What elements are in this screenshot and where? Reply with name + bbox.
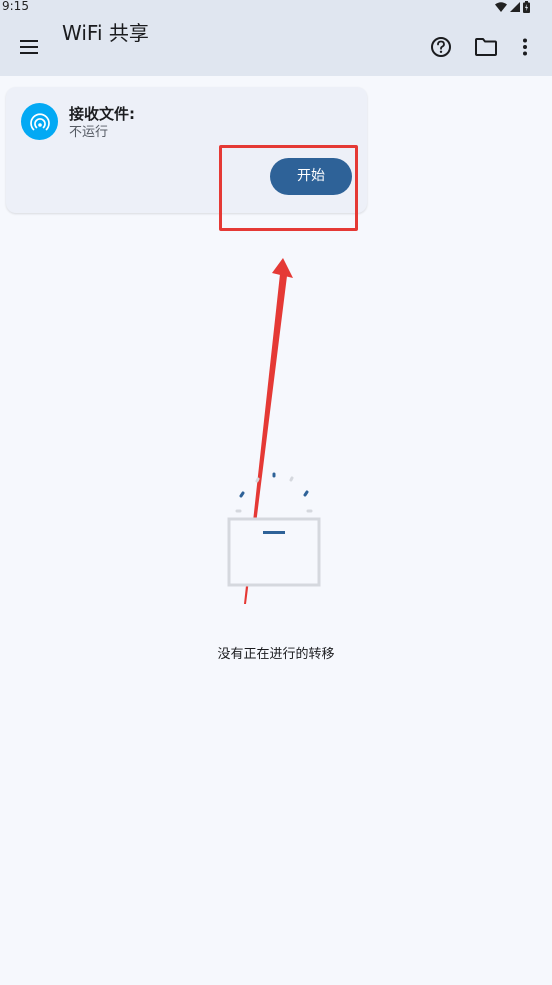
receive-files-title: 接收文件:: [69, 105, 135, 123]
transfer-box-icon: [227, 472, 321, 587]
more-options-button[interactable]: [507, 29, 543, 65]
empty-state-message: 没有正在进行的转移: [217, 647, 335, 662]
more-vert-icon: [523, 38, 527, 56]
status-icons: [495, 0, 530, 14]
status-bar: 9:15: [0, 0, 552, 14]
status-time: 9:15: [2, 0, 29, 13]
signal-icon: [510, 2, 520, 12]
receive-status: 不运行: [69, 125, 109, 140]
annotation-highlight-box: [219, 145, 358, 231]
menu-icon: [20, 40, 38, 54]
receive-icon-badge: [21, 103, 58, 140]
help-icon: [431, 37, 451, 57]
wifi-receive-icon: [29, 113, 50, 130]
folder-button[interactable]: [468, 29, 504, 65]
wifi-icon: [495, 2, 507, 12]
help-button[interactable]: [423, 29, 459, 65]
app-title: WiFi 共享: [62, 21, 149, 45]
battery-icon: [523, 1, 530, 13]
menu-button[interactable]: [11, 29, 47, 65]
folder-icon: [475, 38, 497, 56]
